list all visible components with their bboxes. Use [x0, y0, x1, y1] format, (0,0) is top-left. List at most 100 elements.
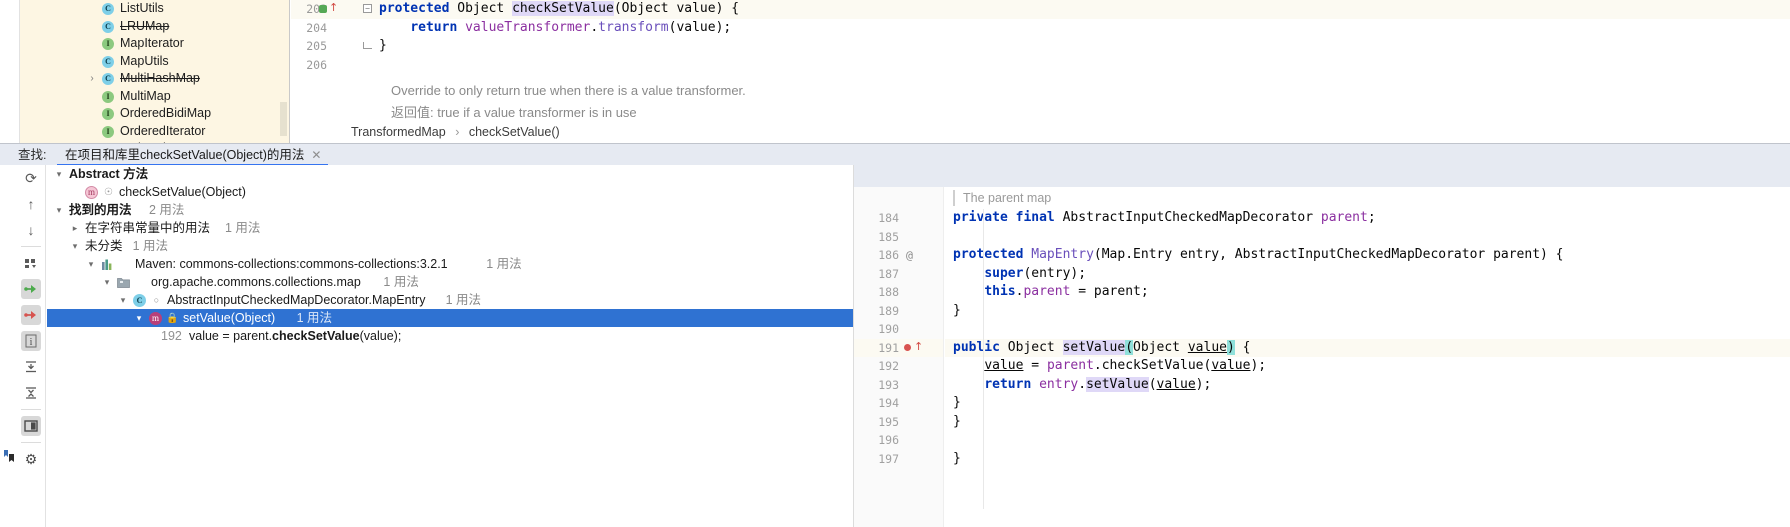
preview-line-number[interactable]: 197: [854, 450, 943, 469]
preview-line-number[interactable]: 186 @: [854, 246, 943, 265]
editor-line-number[interactable]: 204: [291, 19, 379, 38]
editor-line-number[interactable]: 206: [291, 56, 379, 75]
preview-line-number[interactable]: 185: [854, 228, 943, 247]
usage-tree-node[interactable]: ▸ 在字符串常量中的用法 1 用法: [47, 219, 853, 237]
breakpoint-icon[interactable]: [319, 5, 327, 13]
previous-occurrence-button[interactable]: ↑: [16, 191, 46, 217]
preview-code-line[interactable]: return entry.setValue(value);: [945, 376, 1790, 395]
next-occurrence-button[interactable]: ↓: [16, 217, 46, 243]
rerun-search-icon[interactable]: ⟳: [21, 168, 41, 188]
chevron-down-icon[interactable]: ▾: [117, 291, 129, 309]
fold-collapse-icon[interactable]: −: [363, 4, 372, 13]
chevron-down-icon[interactable]: ▾: [69, 237, 81, 255]
breakpoint-and-override-icon[interactable]: ↑: [319, 2, 341, 15]
editor-code-line[interactable]: }: [379, 37, 1790, 56]
next-occurrence-icon[interactable]: ↓: [21, 220, 41, 240]
project-tree-item[interactable]: C MapUtils: [20, 53, 289, 71]
chevron-down-icon[interactable]: ▾: [133, 309, 145, 327]
preview-line-number[interactable]: 193: [854, 376, 943, 395]
preview-line-number[interactable]: 188: [854, 283, 943, 302]
preview-line-number[interactable]: 195: [854, 413, 943, 432]
usage-tree-node[interactable]: ▾ 未分类 1 用法: [47, 237, 853, 255]
preview-line-number[interactable]: 190: [854, 320, 943, 339]
preview-panel-icon[interactable]: [21, 416, 41, 436]
usage-tree-node[interactable]: ▾ C ○ AbstractInputCheckedMapDecorator.MapE…: [47, 291, 853, 309]
chevron-down-icon[interactable]: ▾: [53, 201, 65, 219]
project-tree-item[interactable]: C ListUtils: [20, 0, 289, 18]
editor-line-number[interactable]: 203 ↑ −: [291, 0, 379, 19]
show-usage-info-button[interactable]: i: [16, 328, 46, 354]
usage-tree-node[interactable]: ▾ Abstract 方法: [47, 165, 853, 183]
preview-code-line[interactable]: public Object setValue(Object value) {: [945, 338, 1790, 357]
usage-tree[interactable]: ▾ Abstract 方法 m ☉ checkSetValue(Object) ▾ 找到的用…: [47, 165, 853, 527]
project-tree-scrollbar-thumb[interactable]: [280, 102, 287, 136]
breadcrumb-method[interactable]: checkSetValue(): [469, 125, 560, 139]
preview-line-number[interactable]: 189: [854, 302, 943, 321]
preview-code-line[interactable]: private final AbstractInputCheckedMapDec…: [945, 209, 1790, 228]
project-tree-item[interactable]: I OrderedIterator: [20, 123, 289, 141]
breakpoint-icon[interactable]: [904, 343, 911, 351]
preview-line-number[interactable]: 187: [854, 265, 943, 284]
settings-gear-icon[interactable]: ⚙: [21, 449, 41, 469]
usage-tree-node[interactable]: m ☉ checkSetValue(Object): [47, 183, 853, 201]
rerun-search-button[interactable]: ⟳: [16, 165, 46, 191]
preview-gutter[interactable]: 184 185 186 @187 188 189 190 191 ↑ 192 193 194 195 19…: [854, 187, 944, 527]
preview-line-number[interactable]: 192: [854, 357, 943, 376]
preview-line-number[interactable]: 191 ↑: [854, 338, 943, 357]
usage-result-row[interactable]: 192 value = parent.checkSetValue(value);: [47, 327, 853, 345]
usage-tree-node[interactable]: ▾ 找到的用法 2 用法: [47, 201, 853, 219]
expand-all-icon[interactable]: [21, 357, 41, 377]
project-tree-item[interactable]: I OrderedBidiMap: [20, 105, 289, 123]
project-tree-item[interactable]: › C MultiHashMap: [20, 70, 289, 88]
preview-line-number[interactable]: 196: [854, 431, 943, 450]
preview-code-line[interactable]: protected MapEntry(Map.Entry entry, Abst…: [945, 246, 1790, 265]
project-tree-item[interactable]: I MapIterator: [20, 35, 289, 53]
preview-code-line[interactable]: }: [945, 394, 1790, 413]
project-tree-item[interactable]: C LRUMap: [20, 18, 289, 36]
editor-code-line[interactable]: [379, 56, 1790, 75]
bookmark-icon[interactable]: [3, 449, 15, 463]
expand-all-button[interactable]: [16, 354, 46, 380]
override-method-icon[interactable]: ↑: [914, 340, 923, 353]
breadcrumb[interactable]: TransformedMap › checkSetValue(): [291, 122, 1790, 142]
show-read-access-button[interactable]: [16, 276, 46, 302]
collapse-all-icon[interactable]: [21, 383, 41, 403]
fold-region-end-icon[interactable]: [363, 42, 372, 49]
override-method-icon[interactable]: ↑: [329, 2, 338, 14]
chevron-right-icon[interactable]: ▸: [69, 219, 81, 237]
preview-code-line[interactable]: }: [945, 450, 1790, 469]
preview-code-line[interactable]: }: [945, 302, 1790, 321]
preview-code[interactable]: The parent map private final AbstractInpu…: [945, 187, 1790, 527]
breakpoint-and-override-icon[interactable]: ↑: [904, 340, 926, 354]
usage-tree-node[interactable]: ▾ m 🔒 setValue(Object) 1 用法: [47, 309, 853, 327]
show-write-access-icon[interactable]: [21, 305, 41, 325]
preview-code-line[interactable]: [945, 320, 1790, 339]
preview-line-number[interactable]: 184: [854, 209, 943, 228]
settings-gear-button[interactable]: ⚙: [16, 446, 46, 472]
breadcrumb-class[interactable]: TransformedMap: [351, 125, 446, 139]
editor-line-number[interactable]: 205: [291, 37, 379, 56]
preview-line-number[interactable]: 194: [854, 394, 943, 413]
show-usage-info-icon[interactable]: i: [21, 331, 41, 351]
collapse-all-button[interactable]: [16, 380, 46, 406]
find-toolbar[interactable]: ⟳ ↑ ↓ i ⚙: [16, 165, 46, 527]
usage-tree-node[interactable]: ▾ Maven: commons-collections:commons-coll…: [47, 255, 853, 273]
preview-code-line[interactable]: }: [945, 413, 1790, 432]
close-icon[interactable]: ✕: [311, 144, 321, 166]
show-read-access-icon[interactable]: [21, 279, 41, 299]
chevron-down-icon[interactable]: ▾: [101, 273, 113, 291]
editor-code-line[interactable]: protected Object checkSetValue(Object va…: [379, 0, 1790, 19]
project-tree-item[interactable]: I MultiMap: [20, 88, 289, 106]
preview-code-line[interactable]: [945, 431, 1790, 450]
usage-tree-node[interactable]: ▾ org.apache.commons.collections.map 1 用法: [47, 273, 853, 291]
preview-panel-button[interactable]: [16, 413, 46, 439]
find-tab[interactable]: 在项目和库里checkSetValue(Object)的用法 ✕: [57, 144, 329, 166]
project-tree-popup[interactable]: C ListUtils C LRUMap I MapIterator C MapUtils › C…: [20, 0, 290, 143]
group-by-button[interactable]: [16, 250, 46, 276]
show-write-access-button[interactable]: [16, 302, 46, 328]
editor-code-line[interactable]: return valueTransformer.transform(value)…: [379, 19, 1790, 38]
preview-code-line[interactable]: super(entry);: [945, 265, 1790, 284]
previous-occurrence-icon[interactable]: ↑: [21, 194, 41, 214]
group-by-icon[interactable]: [21, 253, 41, 273]
chevron-right-icon[interactable]: ›: [86, 70, 98, 88]
